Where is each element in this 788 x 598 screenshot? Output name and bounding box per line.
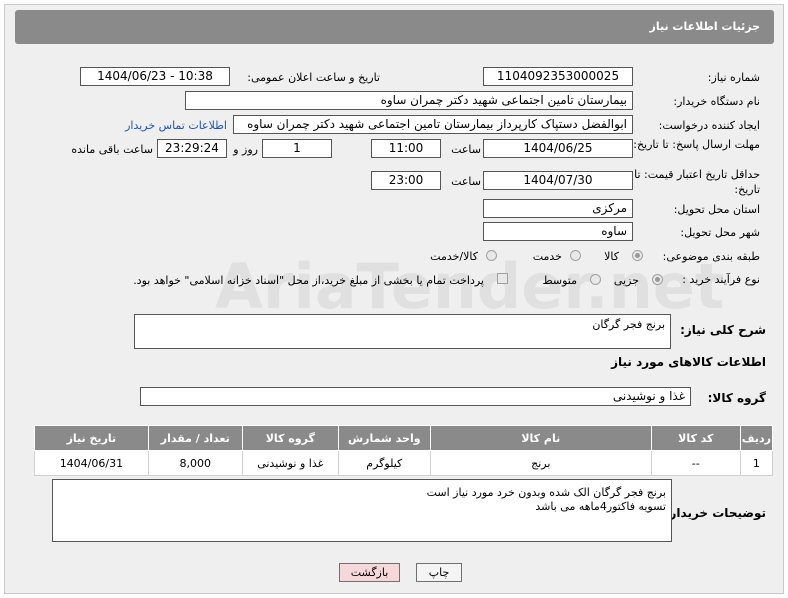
category-goods-service-label: کالا/خدمت <box>430 250 478 263</box>
category-service-label: خدمت <box>532 250 562 263</box>
table-row: 1 -- برنج کیلوگرم غذا و نوشیدنی 8,000 14… <box>34 450 774 476</box>
province-field: مرکزی <box>483 199 633 218</box>
price-validity-label: حداقل تاریخ اعتبار قیمت: تا تاریخ: <box>634 168 760 196</box>
cell-quantity: 8,000 <box>147 450 243 476</box>
need-number-label: شماره نیاز: <box>707 71 760 84</box>
category-label: طبقه بندی موضوعی: <box>662 250 760 263</box>
deadline-time-label: ساعت <box>451 143 481 156</box>
buyer-notes-line-2: تسویه فاکتور4ماهه می باشد <box>535 500 666 513</box>
process-minor-radio[interactable] <box>652 274 663 285</box>
remaining-time-field: 23:29:24 <box>157 139 227 158</box>
goods-group-field: غذا و نوشیدنی <box>140 387 691 406</box>
back-button[interactable]: بازگشت <box>339 563 400 582</box>
category-goods-label: کالا <box>604 250 619 263</box>
col-unit: واحد شمارش <box>337 425 431 451</box>
col-row-number: ردیف <box>739 425 774 451</box>
print-button[interactable]: چاپ <box>416 563 462 582</box>
col-quantity: تعداد / مقدار <box>147 425 243 451</box>
deadline-time-field: 11:00 <box>371 139 441 158</box>
creator-label: ایجاد کننده درخواست: <box>658 119 760 132</box>
days-field: 1 <box>262 139 332 158</box>
province-label: استان محل تحویل: <box>673 203 760 216</box>
price-validity-date-field: 1404/07/30 <box>483 171 633 190</box>
page-title: جزئیات اطلاعات نیاز <box>649 20 761 33</box>
price-validity-time-field: 23:00 <box>371 171 441 190</box>
cell-group: غذا و نوشیدنی <box>241 450 339 476</box>
creator-field: ابوالفضل دستپاک کارپرداز بیمارستان تامین… <box>233 115 633 134</box>
city-label: شهر محل تحویل: <box>680 226 760 239</box>
need-summary-field: برنج فجر گرگان <box>134 314 671 349</box>
col-item-code: کد کالا <box>650 425 741 451</box>
treasury-payment-note: پرداخت تمام یا بخشی از مبلغ خرید،از محل … <box>133 274 484 287</box>
goods-group-label: گروه کالا: <box>707 391 766 405</box>
col-need-date: تاریخ نیاز <box>34 425 149 451</box>
col-group: گروه کالا <box>241 425 339 451</box>
cell-item-name: برنج <box>429 450 652 476</box>
cell-unit: کیلوگرم <box>337 450 431 476</box>
goods-section-title: اطلاعات کالاهای مورد نیاز <box>611 355 766 369</box>
need-number-field: 1104092353000025 <box>483 67 633 86</box>
cell-row-number: 1 <box>739 450 774 476</box>
category-service-radio[interactable] <box>570 250 581 261</box>
days-label: روز و <box>233 143 258 156</box>
treasury-payment-checkbox[interactable] <box>497 273 508 284</box>
price-validity-time-label: ساعت <box>451 175 481 188</box>
process-medium-label: متوسط <box>542 274 577 287</box>
goods-table-header: ردیف کد کالا نام کالا واحد شمارش گروه کا… <box>34 425 774 451</box>
remaining-time-label: ساعت باقی مانده <box>71 143 153 156</box>
process-medium-radio[interactable] <box>590 274 601 285</box>
col-item-name: نام کالا <box>429 425 652 451</box>
buyer-field: بیمارستان تامین اجتماعی شهید دکتر چمران … <box>185 91 633 110</box>
page-header: جزئیات اطلاعات نیاز <box>15 10 774 44</box>
buyer-notes-line-1: برنج فجر گرگان الک شده وبدون خرد مورد نی… <box>426 486 666 499</box>
need-summary-label: شرح کلی نیاز: <box>680 323 766 337</box>
deadline-date-field: 1404/06/25 <box>483 139 633 158</box>
deadline-label: مهلت ارسال پاسخ: تا تاریخ: <box>633 138 760 151</box>
process-type-label: نوع فرآیند خرید : <box>682 273 760 286</box>
announce-date-field: 1404/06/23 - 10:38 <box>80 67 230 86</box>
buyer-label: نام دستگاه خریدار: <box>673 95 760 108</box>
goods-table: ردیف کد کالا نام کالا واحد شمارش گروه کا… <box>34 425 774 476</box>
process-minor-label: جزیی <box>613 274 639 287</box>
city-field: ساوه <box>483 222 633 241</box>
buyer-notes-label: توضیحات خریدار: <box>664 506 766 520</box>
buyer-contact-link[interactable]: اطلاعات تماس خریدار <box>125 119 227 132</box>
buyer-notes-field: برنج فجر گرگان الک شده وبدون خرد مورد نی… <box>52 479 672 542</box>
cell-need-date: 1404/06/31 <box>34 450 149 476</box>
cell-item-code: -- <box>650 450 741 476</box>
category-goods-service-radio[interactable] <box>486 250 497 261</box>
category-goods-radio[interactable] <box>632 250 643 261</box>
announce-date-label: تاریخ و ساعت اعلان عمومی: <box>247 71 380 84</box>
